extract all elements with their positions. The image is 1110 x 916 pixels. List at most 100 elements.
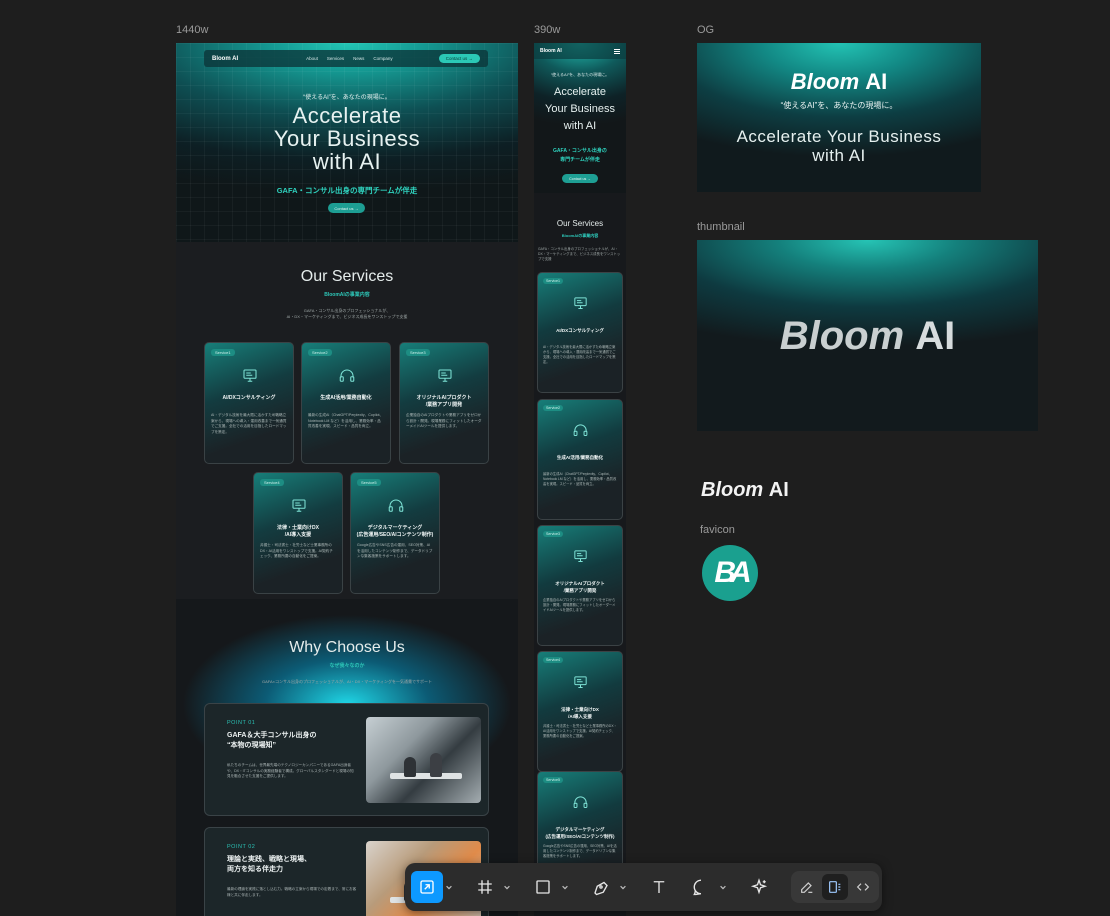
nav-link-about[interactable]: About bbox=[306, 56, 318, 61]
mobile-service-card-2[interactable]: Service2 生成AI活用/業務自動化 最新の生成AI（ChatGPT/Pe… bbox=[537, 399, 623, 520]
monitor-icon bbox=[243, 369, 257, 382]
brand-ai: AI bbox=[865, 69, 888, 94]
mobile-frame[interactable]: Bloom AI “使えるAI”を、あなたの現場に。 Accelerate Yo… bbox=[534, 43, 626, 916]
chevron-down-icon[interactable] bbox=[561, 871, 569, 903]
nav-contact-button[interactable]: Contact us → bbox=[438, 54, 480, 63]
code-brackets-icon bbox=[856, 883, 870, 891]
point-title-line-2: “本物の現場知” bbox=[227, 742, 276, 749]
og-image-frame[interactable]: Bloom AI “使えるAI”を、あなたの現場に。 Accelerate Yo… bbox=[697, 43, 981, 192]
services-desc-line-2: AI・DX・マーケティングまで、ビジネス成長をワンストップで支援 bbox=[286, 314, 408, 319]
service-title: 法律・士業向けDX/AI導入支援 bbox=[254, 525, 342, 539]
point-title-line-1: 理論と実践、戦略と現場、 bbox=[227, 856, 311, 863]
mobile-hero-title-line-3: with AI bbox=[563, 120, 597, 132]
mobile-hero-kicker: “使えるAI”を、あなたの現場に。 bbox=[550, 72, 610, 77]
mobile-services-section: Our Services BloomAIの事業内容 GAFA・コンサル出身のプロ… bbox=[534, 193, 626, 892]
hero-subtitle: GAFA・コンサル出身の専門チームが伴走 bbox=[276, 186, 418, 195]
mobile-hero: Bloom AI “使えるAI”を、あなたの現場に。 Accelerate Yo… bbox=[534, 43, 626, 193]
chevron-down-icon[interactable] bbox=[445, 871, 453, 903]
chevron-down-icon[interactable] bbox=[619, 871, 627, 903]
brand-bloom: Bloom bbox=[779, 314, 905, 358]
nav-link-news[interactable]: News bbox=[353, 56, 364, 61]
pen-tool-button[interactable] bbox=[585, 871, 617, 903]
point-label: POINT 01 bbox=[227, 720, 256, 726]
mobile-hero-title: Accelerate Your Business with AI bbox=[534, 84, 626, 135]
text-tool-button[interactable] bbox=[643, 871, 675, 903]
comment-tool-button[interactable] bbox=[685, 871, 717, 903]
service-title: AI/DXコンサルティング bbox=[538, 327, 622, 334]
service-body: 弁護士・司法書士・社労士など士業事務所のDX・AI活用をワンストップで支援。AI… bbox=[260, 543, 333, 558]
point-card-1[interactable]: POINT 01 GAFA＆大手コンサル出身の “本物の現場知” 私たちのチームは… bbox=[204, 703, 489, 816]
chevron-down-icon[interactable] bbox=[719, 871, 727, 903]
dev-mode-button[interactable] bbox=[850, 874, 876, 900]
mobile-service-card-3[interactable]: Service3 オリジナルAIプロダクト/業務アプリ開発 企業独自のAIプロダ… bbox=[537, 525, 623, 646]
rectangle-icon bbox=[536, 880, 550, 894]
service-body: Google広告やSNS広告の運用、SEO対策、AIを活用したコンテンツ制作まで… bbox=[543, 844, 617, 858]
nav-link-company[interactable]: Company bbox=[373, 56, 392, 61]
mobile-service-card-4[interactable]: Service4 法律・士業向けDX/AI導入支援 弁護士・司法書士・社労士など… bbox=[537, 651, 623, 772]
service-card-5[interactable]: Service5 デジタルマーケティング (広告運用/SEO/AIコンテンツ制作)… bbox=[350, 472, 440, 594]
service-body: 企業独自のAIプロダクトや業務アプリをゼロから設計・開発。現場業務にフィットした… bbox=[406, 413, 482, 428]
brand-ai: AI bbox=[768, 479, 789, 501]
pen-icon bbox=[594, 881, 608, 896]
service-tag: Service3 bbox=[406, 349, 430, 356]
design-mode-button[interactable] bbox=[822, 874, 848, 900]
thumbnail-frame[interactable]: Bloom AI bbox=[697, 240, 1038, 431]
move-tool-button[interactable] bbox=[411, 871, 443, 903]
service-tag: Service3 bbox=[543, 531, 563, 537]
frame-label-og[interactable]: OG bbox=[697, 24, 714, 36]
why-subtitle: なぜ我々なのか bbox=[329, 663, 365, 669]
hero-kicker: “使えるAI”を、あなたの現場に。 bbox=[303, 95, 391, 101]
og-kicker: “使えるAI”を、あなたの現場に。 bbox=[780, 101, 898, 110]
mobile-navbar: Bloom AI bbox=[534, 43, 626, 59]
hero-title-line-2: Your Business bbox=[273, 126, 421, 151]
services-title: Our Services bbox=[300, 268, 394, 285]
frame-tool-button[interactable] bbox=[469, 871, 501, 903]
hero-section: Bloom AI About Services News Company Con… bbox=[176, 43, 518, 242]
service-body: AI・デジタル技術を最大限に活かすため戦略立案から、現場への導入・運用改善まで一… bbox=[543, 345, 616, 364]
hamburger-menu-icon[interactable] bbox=[614, 48, 620, 54]
hero-title-line-1: Accelerate bbox=[292, 103, 402, 128]
desktop-frame[interactable]: Bloom AI About Services News Company Con… bbox=[176, 43, 518, 916]
mobile-contact-button[interactable]: Contact us → bbox=[562, 174, 598, 183]
service-title-line-2: /業務アプリ開発 bbox=[563, 588, 597, 593]
nav-logo[interactable]: Bloom AI bbox=[212, 56, 238, 62]
brand-bloom: Bloom bbox=[701, 479, 764, 501]
service-tag: Service4 bbox=[543, 657, 563, 663]
service-title-line-2: /AI導入支援 bbox=[284, 532, 312, 538]
service-card-1[interactable]: Service1 AI/DXコンサルティング AI・デジタル技術を最大限に活かす… bbox=[204, 342, 294, 464]
nav-link-services[interactable]: Services bbox=[327, 56, 344, 61]
service-card-3[interactable]: Service3 オリジナルAIプロダクト/業務アプリ開発 企業独自のAIプロダ… bbox=[399, 342, 489, 464]
draw-mode-button[interactable] bbox=[794, 874, 820, 900]
service-title-line-1: オリジナルAIプロダクト bbox=[416, 395, 472, 401]
frame-label-mobile[interactable]: 390w bbox=[534, 24, 560, 36]
services-section: Our Services BloomAIの事業内容 GAFA・コンサル出身のプロ… bbox=[176, 242, 518, 599]
frame-label-thumbnail[interactable]: thumbnail bbox=[697, 221, 745, 233]
shape-tool-button[interactable] bbox=[527, 871, 559, 903]
mobile-hero-title-line-2: Your Business bbox=[545, 103, 615, 115]
actions-tool-button[interactable] bbox=[743, 871, 775, 903]
hero-contact-button[interactable]: Contact us → bbox=[328, 203, 365, 213]
mobile-nav-logo[interactable]: Bloom AI bbox=[540, 48, 562, 54]
frame-label-desktop[interactable]: 1440w bbox=[176, 24, 208, 36]
mobile-service-card-1[interactable]: Service1 AI/DXコンサルティング AI・デジタル技術を最大限に活かす… bbox=[537, 272, 623, 393]
mode-switcher bbox=[791, 871, 879, 903]
headset-icon bbox=[388, 499, 404, 512]
chevron-down-icon[interactable] bbox=[503, 871, 511, 903]
service-card-2[interactable]: Service2 生成AI活用/業務自動化 最新の生成AI（ChatGPT/Pe… bbox=[301, 342, 391, 464]
monitor-icon bbox=[574, 297, 587, 309]
brand-ai: AI bbox=[915, 314, 956, 358]
navbar: Bloom AI About Services News Company Con… bbox=[204, 50, 488, 67]
point-title-line-1: GAFA＆大手コンサル出身の bbox=[227, 732, 317, 739]
service-title: オリジナルAIプロダクト/業務アプリ開発 bbox=[400, 395, 488, 409]
services-description: GAFA・コンサル出身のプロフェッショナルが、 AI・DX・マーケティングまで、… bbox=[176, 308, 518, 320]
favicon-frame[interactable]: BA bbox=[702, 545, 758, 601]
monitor-icon bbox=[574, 676, 587, 688]
brand-logo-frame[interactable]: Bloom AI bbox=[701, 479, 789, 502]
service-card-4[interactable]: Service4 法律・士業向けDX/AI導入支援 弁護士・司法書士・社労士など… bbox=[253, 472, 343, 594]
frame-label-favicon[interactable]: favicon bbox=[700, 524, 735, 536]
service-tag: Service1 bbox=[543, 278, 563, 284]
service-title: デジタルマーケティング (広告運用/SEO/AIコンテンツ制作) bbox=[538, 826, 622, 840]
hero-title-line-3: with AI bbox=[312, 149, 382, 174]
monitor-icon bbox=[574, 550, 587, 562]
text-t-icon bbox=[653, 881, 665, 893]
